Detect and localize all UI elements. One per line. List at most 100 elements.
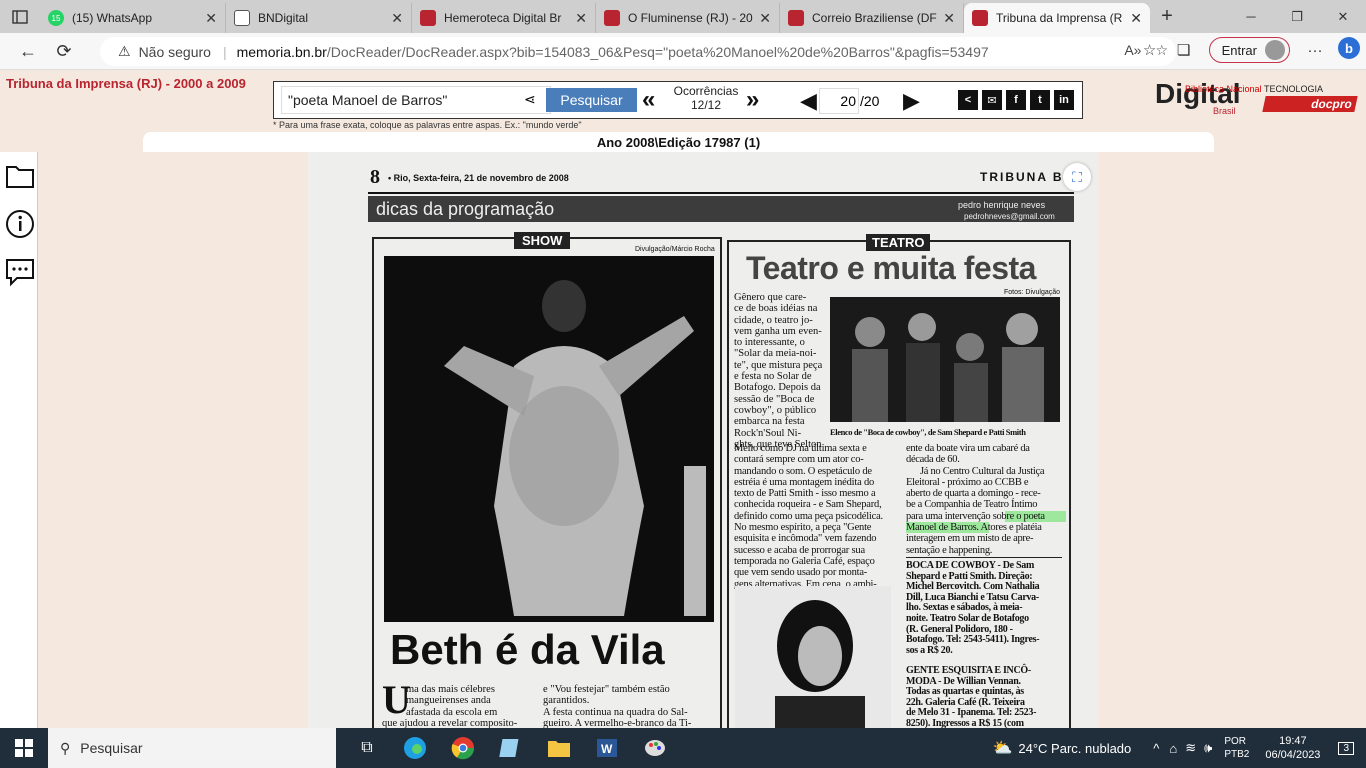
windows-start-icon[interactable] xyxy=(0,728,48,768)
new-tab-button[interactable]: + xyxy=(1150,5,1184,28)
url-text: memoria.bn.br/DocReader/DocReader.aspx?b… xyxy=(236,43,989,60)
close-icon[interactable]: ✕ xyxy=(205,10,217,27)
listing-boca-de-cowboy: BOCA DE COWBOY - De Sam Shepard e Patti S… xyxy=(906,560,1040,656)
taskbar-search[interactable]: ⚲ Pesquisar xyxy=(48,728,336,768)
close-icon[interactable]: ✕ xyxy=(1130,10,1142,27)
restore-icon[interactable]: ❐ xyxy=(1274,0,1320,33)
more-icon[interactable]: ··· xyxy=(1298,42,1332,59)
docpro-logo: TECNOLOGIA docpro xyxy=(1262,84,1360,112)
search-input[interactable] xyxy=(281,86,551,114)
bn-icon xyxy=(972,10,988,26)
page-input[interactable] xyxy=(819,88,859,114)
tab-label: Hemeroteca Digital Br xyxy=(444,11,562,25)
task-view-icon[interactable]: ⧉ xyxy=(350,731,384,765)
tab-fluminense[interactable]: O Fluminense (RJ) - 20 ✕ xyxy=(596,3,780,33)
teatro-column-b: ente da boate vira um cabaré da década de… xyxy=(906,443,1066,556)
chevron-up-icon[interactable]: ^ xyxy=(1153,741,1159,756)
collections-icon[interactable]: ❏ xyxy=(1167,41,1201,59)
tab-label: BNDigital xyxy=(258,11,309,25)
close-icon[interactable]: ✕ xyxy=(391,10,403,27)
twitter-icon[interactable]: t xyxy=(1030,90,1050,110)
close-icon[interactable]: ✕ xyxy=(575,10,587,27)
signin-button[interactable]: Entrar xyxy=(1208,37,1290,63)
clock[interactable]: 19:47 06/04/2023 xyxy=(1265,734,1320,762)
author-email: pedrohneves@gmail.com xyxy=(964,212,1055,221)
prev-occurrence-icon[interactable]: « xyxy=(642,86,656,114)
bing-icon[interactable]: b xyxy=(1332,36,1366,64)
left-toolbar xyxy=(0,152,38,728)
next-page-icon[interactable]: ▶ xyxy=(903,88,920,114)
back-icon[interactable]: ← xyxy=(10,36,46,66)
newspaper-page[interactable]: 8 • Rio, Sexta-feira, 21 de novembro de … xyxy=(308,152,1098,728)
search-toolbar: ⋖ Pesquisar « Ocorrências12/12 » ◀ /20 ▶… xyxy=(273,81,1083,119)
close-window-icon[interactable]: ✕ xyxy=(1320,0,1366,33)
refresh-icon[interactable]: ⟳ xyxy=(46,36,82,66)
actress-photo xyxy=(735,586,891,728)
folder-icon[interactable] xyxy=(4,160,36,192)
minimize-icon[interactable]: ─ xyxy=(1228,0,1274,33)
edition-label: Ano 2008\Edição 17987 (1) xyxy=(143,132,1214,152)
tab-label: (15) WhatsApp xyxy=(72,11,153,25)
whatsapp-icon: 15 xyxy=(48,10,64,26)
close-icon[interactable]: ✕ xyxy=(759,10,771,27)
linkedin-icon[interactable]: in xyxy=(1054,90,1074,110)
email-icon[interactable]: ✉ xyxy=(982,90,1002,110)
facebook-icon[interactable]: f xyxy=(1006,90,1026,110)
bn-digital-logo: Biblioteca Nacional Digital Brasil xyxy=(1155,78,1262,116)
url-field[interactable]: ⚠ Não seguro | memoria.bn.br/DocReader/D… xyxy=(100,37,1176,66)
page-total: /20 xyxy=(860,93,880,109)
info-icon[interactable] xyxy=(4,208,36,240)
tab-tribuna[interactable]: Tribuna da Imprensa (R ✕ xyxy=(964,3,1150,33)
tab-bndigital[interactable]: BNDigital ✕ xyxy=(226,3,412,33)
warning-icon: ⚠ xyxy=(118,43,131,59)
word-icon[interactable]: W xyxy=(590,731,624,765)
weather-label[interactable]: 24°C Parc. nublado xyxy=(1018,741,1131,756)
highlight: para uma intervenção sobre o poeta xyxy=(906,510,1066,523)
prev-page-icon[interactable]: ◀ xyxy=(800,88,817,114)
edge-icon[interactable] xyxy=(398,731,432,765)
headline-teatro: Teatro e muita festa xyxy=(746,250,1036,286)
favorites-icon[interactable]: ☆ xyxy=(1133,41,1167,59)
file-explorer-icon[interactable] xyxy=(542,731,576,765)
headline-beth: Beth é da Vila xyxy=(390,626,665,673)
tab-correio[interactable]: Correio Braziliense (DF ✕ xyxy=(780,3,964,33)
bn-icon xyxy=(604,10,620,26)
share-icon[interactable]: ⋖ xyxy=(524,91,536,108)
highlight: Manoel de Barros. Atores e platéia xyxy=(906,522,1066,534)
address-bar-row: ← ⟳ ⚠ Não seguro | memoria.bn.br/DocRead… xyxy=(0,33,1366,70)
show-tag: SHOW xyxy=(514,232,571,249)
chrome-icon[interactable] xyxy=(446,731,480,765)
tab-label: Correio Braziliense (DF xyxy=(812,11,937,25)
network-icon[interactable]: ⌂ xyxy=(1169,741,1177,756)
listing-gente-esquisita: GENTE ESQUISITA E INCÔ- MODA - De Willian… xyxy=(906,665,1037,728)
search-hint: * Para uma frase exata, coloque as palav… xyxy=(273,120,582,130)
weather-icon[interactable]: ⛅ xyxy=(992,738,1012,758)
comments-icon[interactable] xyxy=(4,256,36,288)
notifications-icon[interactable]: 3 xyxy=(1338,741,1354,755)
teatro-column-a2: Mello como DJ na última sexta e contará s… xyxy=(734,443,883,590)
page-title: Tribuna da Imprensa (RJ) - 2000 a 2009 xyxy=(6,76,246,91)
language-indicator[interactable]: POR PTB2 xyxy=(1224,735,1249,761)
volume-icon[interactable]: 🕪 xyxy=(1204,740,1212,756)
tab-hemeroteca[interactable]: Hemeroteca Digital Br ✕ xyxy=(412,3,596,33)
cast-photo xyxy=(830,297,1060,422)
wifi-icon[interactable]: ≋ xyxy=(1185,740,1196,756)
bn-icon xyxy=(420,10,436,26)
close-icon[interactable]: ✕ xyxy=(943,10,955,27)
page-number: 8 xyxy=(370,166,380,188)
beth-column-1: ma das mais célebres mangueirenses anda af… xyxy=(382,684,518,728)
fullscreen-icon[interactable]: ⛶ xyxy=(1063,163,1091,191)
next-occurrence-icon[interactable]: » xyxy=(746,86,760,114)
author: pedro henrique neves xyxy=(958,200,1046,210)
search-button[interactable]: Pesquisar xyxy=(546,88,637,112)
tab-whatsapp[interactable]: 15 (15) WhatsApp ✕ xyxy=(40,3,226,33)
share-icon[interactable]: < xyxy=(958,90,978,110)
docreader-page: Tribuna da Imprensa (RJ) - 2000 a 2009 ⋖… xyxy=(0,70,1366,728)
paint-icon[interactable] xyxy=(638,731,672,765)
section-title: dicas da programação xyxy=(376,199,555,219)
svg-text:b: b xyxy=(1345,41,1353,56)
app-icon[interactable] xyxy=(494,731,528,765)
tab-actions-icon[interactable] xyxy=(0,0,40,33)
beth-column-2: e "Vou festejar" também estão garantidos.… xyxy=(543,684,692,728)
tab-label: Tribuna da Imprensa (R xyxy=(996,11,1123,25)
